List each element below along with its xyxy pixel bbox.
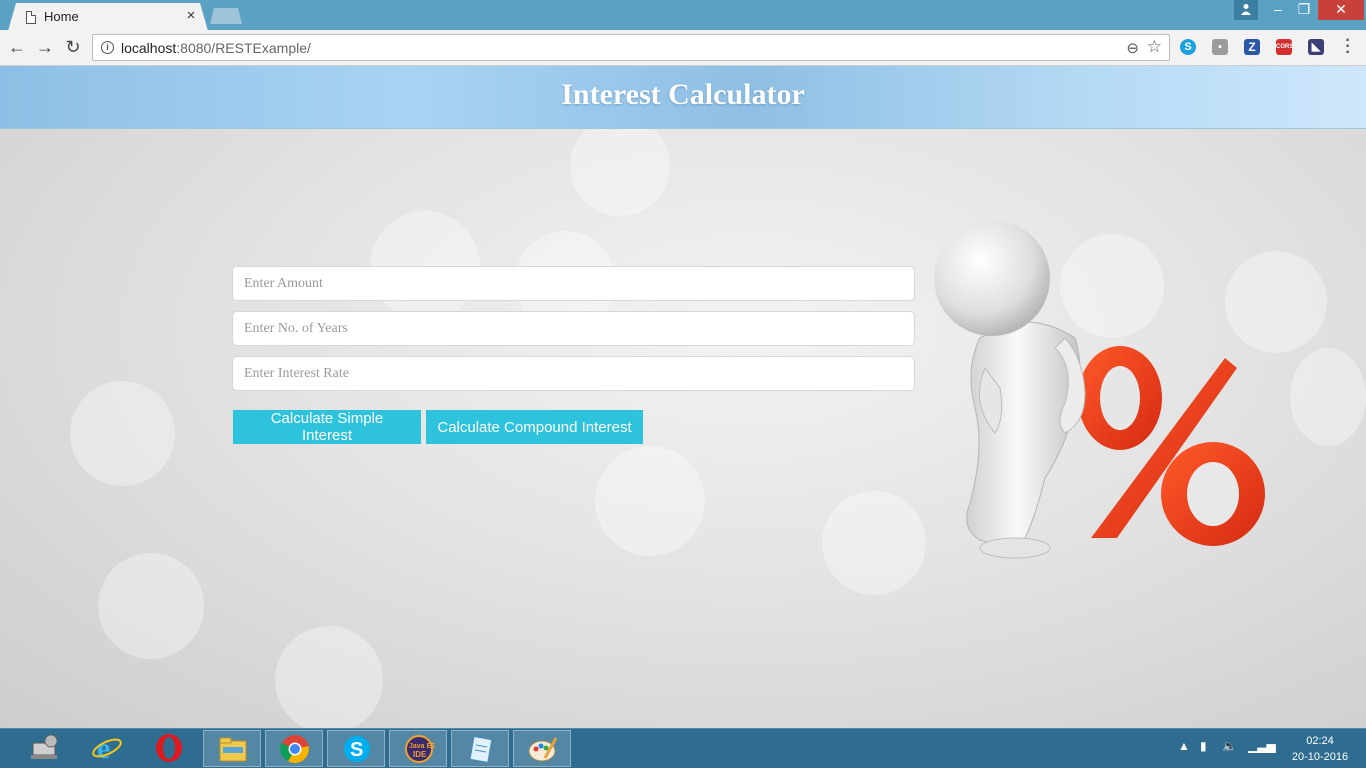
svg-text:IDE: IDE (413, 750, 427, 759)
years-input[interactable] (232, 311, 915, 346)
svg-text:S: S (350, 739, 363, 761)
reload-icon[interactable]: ↻ (61, 36, 85, 60)
calculate-compound-interest-button[interactable]: Calculate Compound Interest (426, 410, 643, 444)
maximize-button[interactable]: ❐ (1292, 0, 1316, 20)
site-info-icon[interactable]: i (101, 41, 114, 54)
clock-time: 02:24 (1306, 735, 1334, 747)
zoom-icon[interactable]: ⊖ (1126, 39, 1139, 57)
taskbar-file-explorer[interactable] (203, 730, 261, 767)
notepad-icon (469, 736, 493, 763)
browser-tab-home[interactable]: Home × (8, 3, 208, 31)
close-window-button[interactable]: ✕ (1318, 0, 1364, 20)
zotero-extension-icon[interactable]: Z (1244, 39, 1260, 55)
volume-icon[interactable]: 🔈 (1222, 739, 1237, 753)
tab-title: Home (44, 9, 79, 24)
svg-text:Java EE: Java EE (409, 743, 435, 750)
browser-toolbar: ← → ↻ i localhost:8080/RESTExample/ ⊖ ☆ … (0, 30, 1366, 66)
amount-input[interactable] (232, 266, 915, 301)
svg-text:e: e (97, 733, 110, 763)
user-icon (1241, 4, 1251, 15)
percent-figure-illustration (934, 220, 1265, 559)
page-viewport: Interest Calculator Calculate Simple Int… (0, 66, 1366, 728)
taskbar-clock[interactable]: 02:24 20-10-2016 (1282, 733, 1358, 765)
bokeh-decoration (98, 553, 204, 659)
taskbar-java-ee-ide[interactable]: Java EE IDE (389, 730, 447, 767)
calculate-simple-interest-button[interactable]: Calculate Simple Interest (233, 410, 421, 444)
opera-icon (156, 734, 182, 762)
battery-icon[interactable]: ▮ (1200, 739, 1207, 753)
paint-icon (528, 737, 558, 762)
windows-taskbar: e S Java EE IDE ▲ ▮ 🔈 ▁▃▅ 02:24 20-10-20… (0, 728, 1366, 768)
stick-figure-icon (934, 220, 1086, 559)
taskbar-computer[interactable] (16, 730, 74, 767)
bookmark-star-icon[interactable]: ☆ (1147, 37, 1162, 57)
taskbar-internet-explorer[interactable]: e (78, 730, 136, 767)
tray-expand-icon[interactable]: ▲ (1178, 739, 1190, 753)
browser-menu-icon[interactable]: · · · (1342, 33, 1354, 61)
page-title: Interest Calculator (561, 78, 805, 111)
bokeh-decoration (595, 446, 705, 556)
tab-close-icon[interactable]: × (184, 7, 198, 24)
bokeh-decoration (822, 491, 926, 595)
network-signal-icon[interactable]: ▁▃▅ (1248, 739, 1276, 753)
chrome-icon (280, 735, 309, 763)
page-icon (26, 11, 36, 24)
clock-date: 20-10-2016 (1291, 751, 1349, 763)
bokeh-decoration (1290, 348, 1366, 446)
url-path: :8080/RESTExample/ (176, 40, 311, 56)
url-text[interactable]: localhost:8080/RESTExample/ (121, 40, 311, 56)
bokeh-decoration (275, 626, 383, 728)
minimize-button[interactable]: – (1266, 0, 1290, 20)
skype-extension-icon[interactable]: S (1180, 39, 1196, 55)
interest-rate-input[interactable] (232, 356, 915, 391)
taskbar-chrome[interactable] (265, 730, 323, 767)
forward-arrow-icon[interactable]: → (33, 36, 57, 60)
computer-icon (31, 734, 58, 759)
taskbar-notepad[interactable] (451, 730, 509, 767)
browser-titlebar: Home × – ❐ ✕ (0, 0, 1366, 31)
bokeh-decoration (70, 381, 175, 486)
skype-icon: S (344, 736, 370, 762)
internet-explorer-icon: e (92, 733, 122, 763)
extension-shield-icon[interactable]: ▪ (1212, 39, 1228, 55)
new-tab-button[interactable] (210, 8, 242, 24)
taskbar-paint[interactable] (513, 730, 571, 767)
back-arrow-icon[interactable]: ← (5, 36, 29, 60)
taskbar-opera[interactable] (140, 730, 198, 767)
java-ee-ide-icon: Java EE IDE (405, 735, 435, 763)
bokeh-decoration (570, 116, 670, 216)
user-profile-button[interactable] (1234, 0, 1258, 20)
file-explorer-icon (219, 737, 247, 762)
taskbar-skype[interactable]: S (327, 730, 385, 767)
address-bar[interactable]: i localhost:8080/RESTExample/ ⊖ ☆ (92, 34, 1170, 61)
cors-extension-icon[interactable]: CORS (1276, 39, 1293, 55)
url-host: localhost (121, 40, 177, 56)
extension-dark-icon[interactable]: ◣ (1308, 39, 1324, 55)
header-band: Interest Calculator (0, 66, 1366, 129)
percent-sign-icon (1078, 346, 1265, 546)
